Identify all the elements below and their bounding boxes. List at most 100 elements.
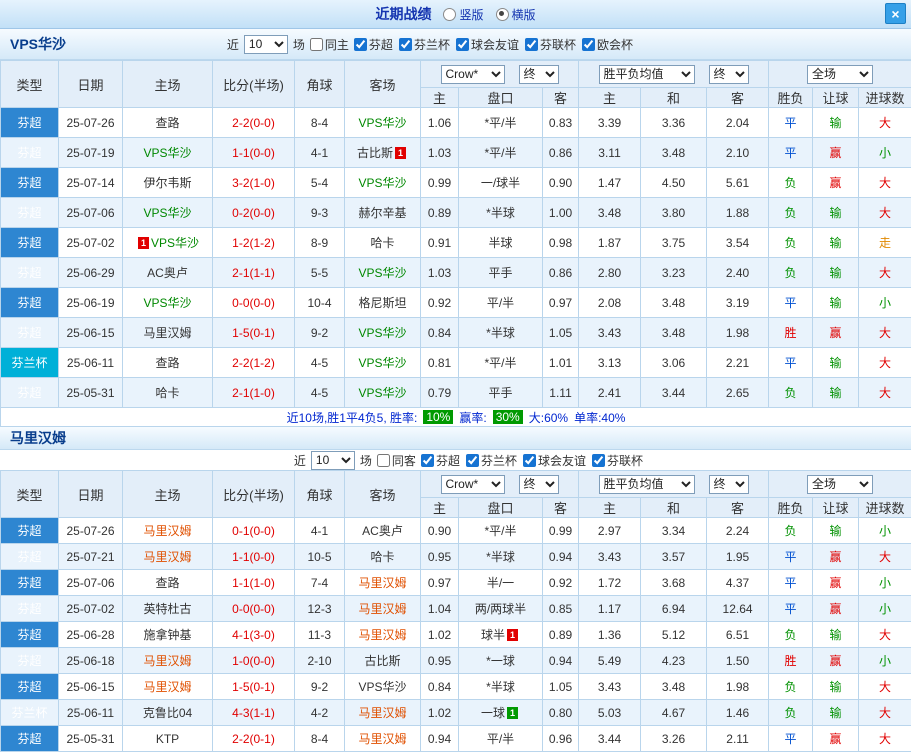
- league-type-cell: 芬超: [0, 167, 59, 198]
- col-odds-home: 主: [420, 497, 459, 518]
- handicap-cell: 一/球半: [458, 167, 543, 198]
- match-date-cell: 25-07-26: [58, 107, 123, 138]
- odds-final-select[interactable]: 终: [518, 474, 559, 494]
- checkbox-input[interactable]: [309, 37, 323, 51]
- avg-final-select[interactable]: 终: [708, 64, 749, 84]
- league-checkbox[interactable]: 球会友谊: [455, 36, 519, 53]
- avg-odds-select[interactable]: 胜平负均值: [598, 64, 695, 84]
- checkbox-input[interactable]: [524, 37, 538, 51]
- col-avg-away: 客: [706, 497, 770, 518]
- league-type-cell: 芬超: [0, 569, 59, 596]
- checkbox-input[interactable]: [455, 37, 469, 51]
- corners-cell: 2-10: [294, 647, 345, 674]
- score-cell: 1-1(0-0): [212, 137, 295, 168]
- home-team-cell: 哈卡: [122, 377, 213, 408]
- green-card-badge: 1: [507, 707, 518, 719]
- home-team-cell: 马里汉姆: [122, 673, 213, 700]
- home-team-cell: 马里汉姆: [122, 543, 213, 570]
- close-button[interactable]: ×: [885, 3, 906, 24]
- odds-company-select[interactable]: Crow*: [440, 64, 505, 84]
- league-checkbox[interactable]: 芬联杯: [591, 452, 643, 469]
- col-score: 比分(半场): [212, 470, 295, 518]
- avg-odds-select[interactable]: 胜平负均值: [598, 474, 695, 494]
- league-checkbox[interactable]: 芬兰杯: [465, 452, 517, 469]
- score-cell: 1-5(0-1): [212, 317, 295, 348]
- result-cell: 平: [768, 725, 814, 752]
- avg-home-odds: 3.11: [578, 137, 642, 168]
- home-team-cell: 伊尔韦斯: [122, 167, 213, 198]
- corners-cell: 4-1: [294, 517, 345, 544]
- corners-cell: 8-4: [294, 725, 345, 752]
- odds-company-header: Crow* 终: [419, 60, 580, 88]
- score-cell: 1-1(0-0): [212, 543, 295, 570]
- score-cell: 2-1(1-1): [212, 257, 295, 288]
- recent-count-select[interactable]: 10: [310, 450, 355, 470]
- scope-select[interactable]: 全场: [807, 64, 874, 84]
- away-team-cell: VPS华沙: [344, 377, 421, 408]
- league-checkbox[interactable]: 芬兰杯: [398, 36, 450, 53]
- section-team-name: VPS华沙: [10, 36, 67, 52]
- goals-result-cell: 大: [858, 167, 911, 198]
- avg-away-odds: 2.11: [706, 725, 770, 752]
- away-team-cell: 哈卡: [344, 543, 421, 570]
- checkbox-input[interactable]: [522, 453, 536, 467]
- handicap-away-odds: 1.00: [541, 197, 580, 228]
- league-checkbox[interactable]: 欧会杯: [581, 36, 633, 53]
- same-away-checkbox[interactable]: 同客: [376, 452, 416, 469]
- home-team-name: 查路: [155, 116, 180, 130]
- checkbox-input[interactable]: [591, 453, 605, 467]
- handicap-home-odds: 0.81: [420, 347, 459, 378]
- corners-cell: 10-4: [294, 287, 345, 318]
- page-title: 近期战绩: [375, 6, 432, 22]
- goals-result-cell: 大: [858, 543, 911, 570]
- league-checkbox[interactable]: 芬联杯: [524, 36, 576, 53]
- avg-draw-odds: 4.67: [640, 699, 708, 726]
- checkbox-input[interactable]: [376, 453, 390, 467]
- handicap-away-odds: 1.05: [541, 317, 580, 348]
- avg-final-select[interactable]: 终: [708, 474, 749, 494]
- checkbox-input[interactable]: [420, 453, 434, 467]
- match-row: 芬超 25-06-15 马里汉姆 1-5(0-1) 9-2 VPS华沙 0.84 *半球 1.0…: [0, 673, 911, 700]
- corners-cell: 7-4: [294, 569, 345, 596]
- away-team-cell: VPS华沙: [344, 347, 421, 378]
- scope-header: 全场: [768, 470, 911, 498]
- layout-radio-vertical[interactable]: 竖版: [443, 6, 484, 23]
- handicap-home-odds: 0.91: [420, 227, 459, 258]
- avg-odds-header: 胜平负均值 终: [578, 470, 770, 498]
- checkbox-input[interactable]: [465, 453, 479, 467]
- away-team-cell: VPS华沙: [344, 257, 421, 288]
- league-checkbox[interactable]: 球会友谊: [522, 452, 586, 469]
- away-team-cell: 哈卡: [344, 227, 421, 258]
- checkbox-input[interactable]: [581, 37, 595, 51]
- home-team-name: 马里汉姆: [143, 326, 192, 340]
- checkbox-input[interactable]: [353, 37, 367, 51]
- odds-final-select[interactable]: 终: [518, 64, 559, 84]
- league-checkbox[interactable]: 芬超: [420, 452, 460, 469]
- col-type: 类型: [0, 470, 59, 518]
- corners-cell: 5-4: [294, 167, 345, 198]
- avg-draw-odds: 3.75: [640, 227, 708, 258]
- handicap-value: 两/两球半: [474, 602, 527, 616]
- let-ball-result-cell: 输: [812, 227, 860, 258]
- same-home-checkbox[interactable]: 同主: [309, 36, 349, 53]
- scope-select[interactable]: 全场: [807, 474, 874, 494]
- avg-draw-odds: 4.23: [640, 647, 708, 674]
- handicap-home-odds: 0.79: [420, 377, 459, 408]
- col-date: 日期: [58, 60, 123, 108]
- avg-draw-odds: 3.48: [640, 287, 708, 318]
- layout-radio-horizontal[interactable]: 横版: [495, 6, 536, 23]
- away-team-name: VPS华沙: [358, 176, 407, 190]
- odds-company-select[interactable]: Crow*: [440, 474, 505, 494]
- league-checkbox[interactable]: 芬超: [353, 36, 393, 53]
- avg-away-odds: 1.50: [706, 647, 770, 674]
- avg-away-odds: 1.98: [706, 317, 770, 348]
- handicap-away-odds: 0.98: [541, 227, 580, 258]
- league-checkbox-label: 球会友谊: [537, 453, 586, 468]
- match-row: 芬超 25-07-21 马里汉姆 1-1(0-0) 10-5 哈卡 0.95 *半球 0.94 3…: [0, 543, 911, 570]
- win-rate-badge: 10%: [423, 410, 454, 424]
- home-team-name: VPS华沙: [143, 296, 192, 310]
- league-checkbox-label: 球会友谊: [470, 37, 519, 52]
- recent-count-select[interactable]: 10: [243, 34, 288, 54]
- checkbox-input[interactable]: [398, 37, 412, 51]
- result-cell: 平: [768, 347, 814, 378]
